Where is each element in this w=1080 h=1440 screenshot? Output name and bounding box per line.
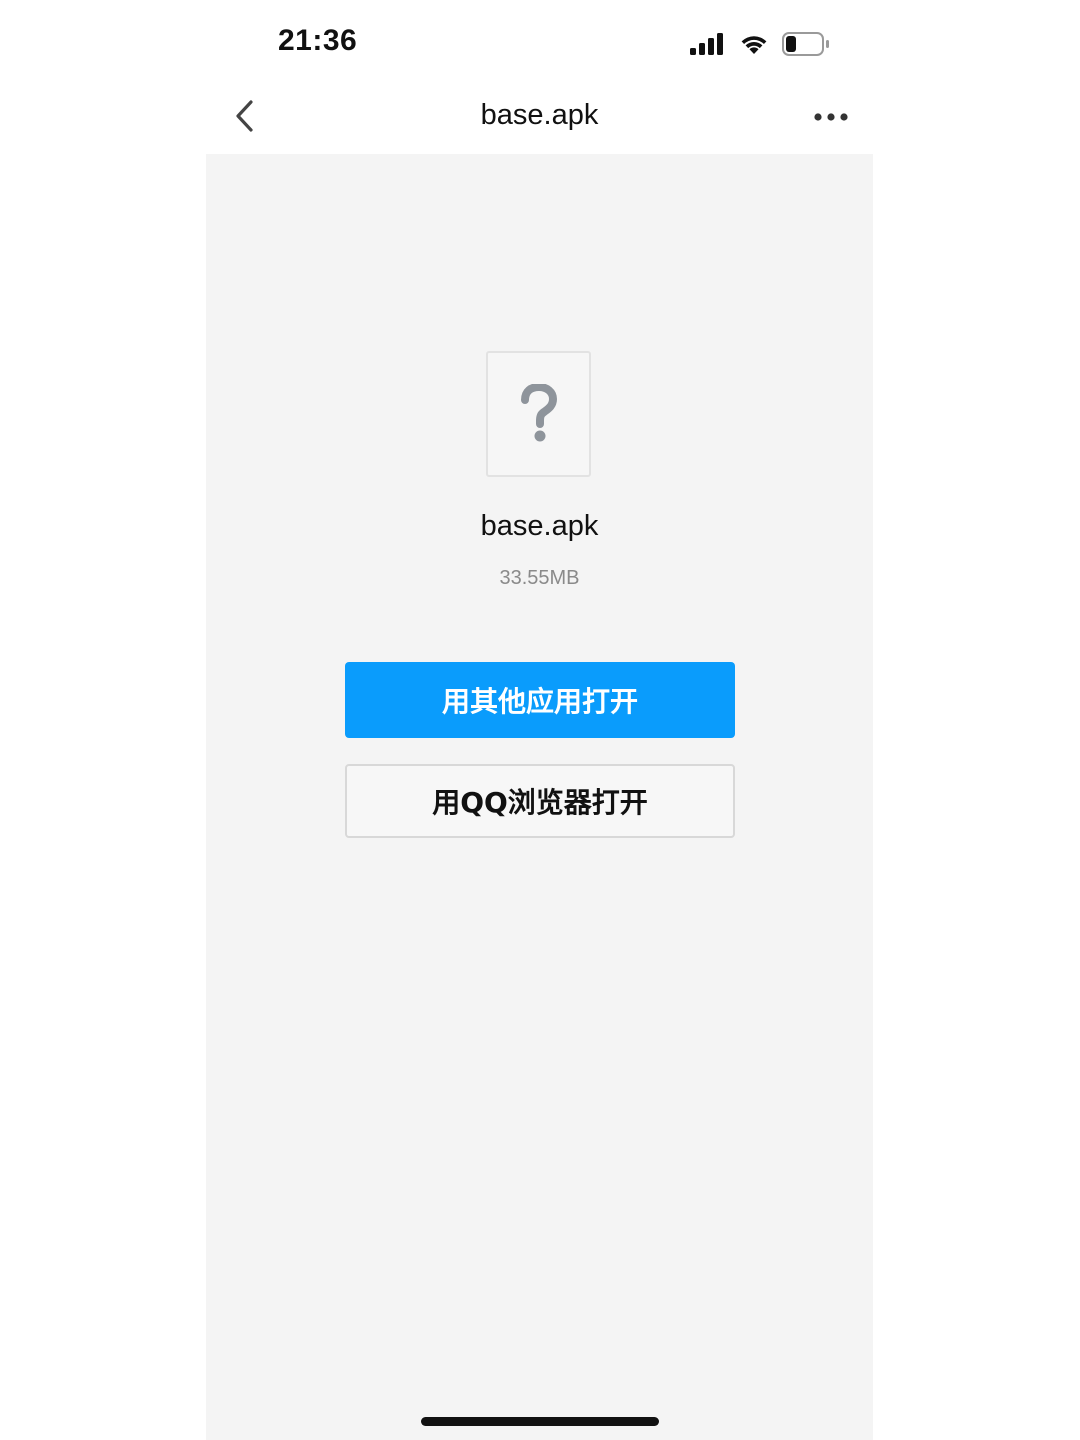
page-title: base.apk — [480, 99, 599, 131]
status-time: 21:36 — [278, 24, 358, 57]
nav-bar: base.apk — [206, 80, 873, 154]
battery-icon — [782, 32, 829, 56]
wifi-icon — [741, 36, 767, 54]
file-name: base.apk — [480, 510, 599, 542]
open-with-qq-browser-button[interactable]: 用QQ浏览器打开 — [345, 764, 735, 838]
unknown-file-icon — [486, 351, 591, 477]
home-indicator[interactable] — [421, 1417, 659, 1426]
file-size: 33.55MB — [499, 567, 580, 589]
cellular-signal-icon — [690, 33, 723, 55]
open-with-other-app-button[interactable]: 用其他应用打开 — [345, 662, 735, 738]
file-preview-panel: base.apk 33.55MB 用其他应用打开 用QQ浏览器打开 — [206, 154, 873, 1440]
status-icons — [690, 30, 830, 58]
question-mark-icon — [520, 384, 557, 442]
screen: 21:36 base.apk base.apk 33.55MB 用其他应用打开 … — [0, 0, 1080, 1440]
more-button[interactable] — [813, 102, 849, 132]
